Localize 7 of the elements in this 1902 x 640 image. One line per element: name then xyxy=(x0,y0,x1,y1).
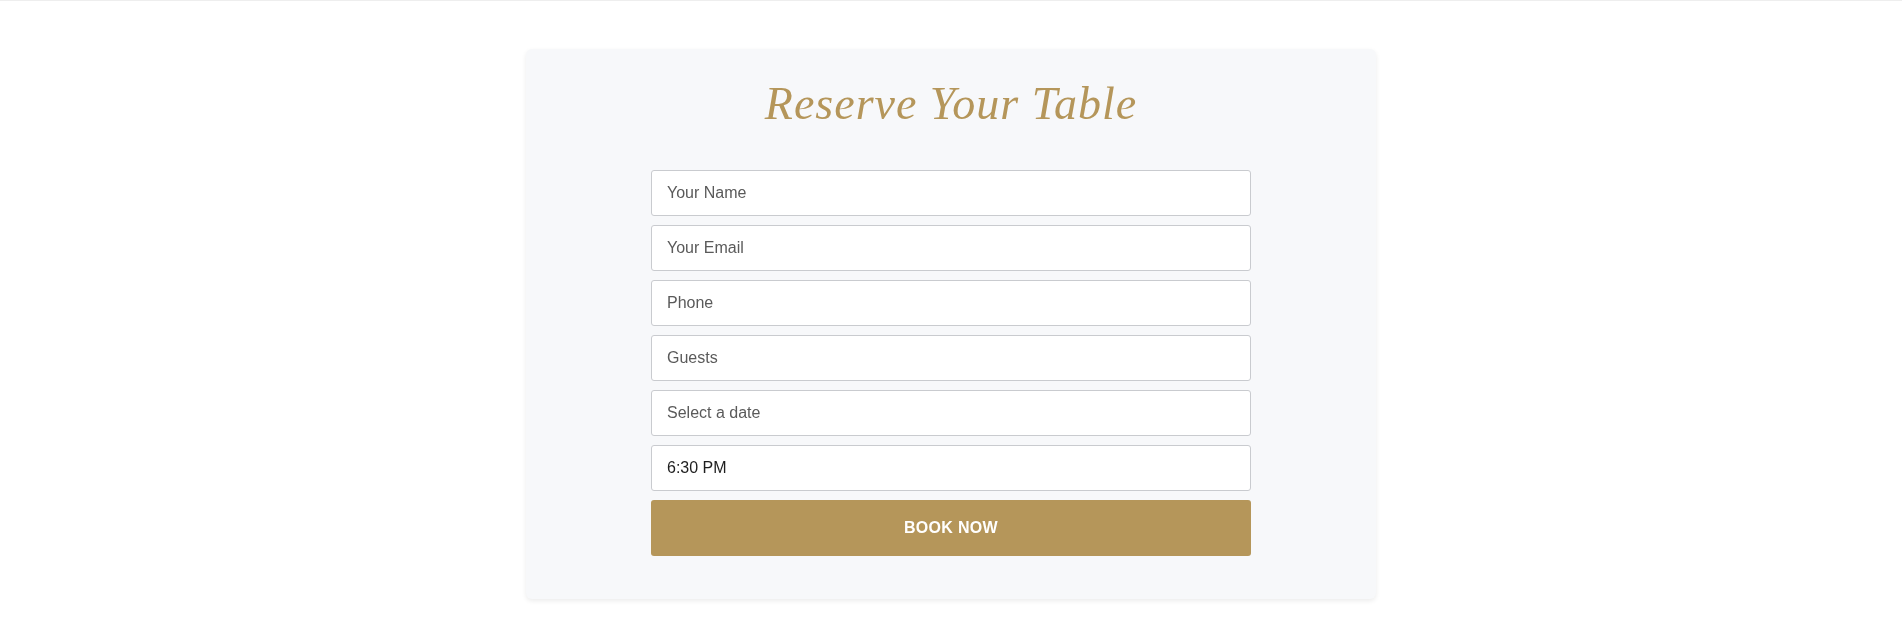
input-field[interactable]: Guests xyxy=(651,335,1251,381)
input-field[interactable]: Your Name xyxy=(651,170,1251,216)
input-field[interactable]: 6:30 PM xyxy=(651,445,1251,491)
form-title: Reserve Your Table xyxy=(764,77,1138,131)
input-field[interactable]: Your Email xyxy=(651,225,1251,271)
input-field[interactable]: Select a date xyxy=(651,390,1251,436)
input-field[interactable]: Phone xyxy=(651,280,1251,326)
